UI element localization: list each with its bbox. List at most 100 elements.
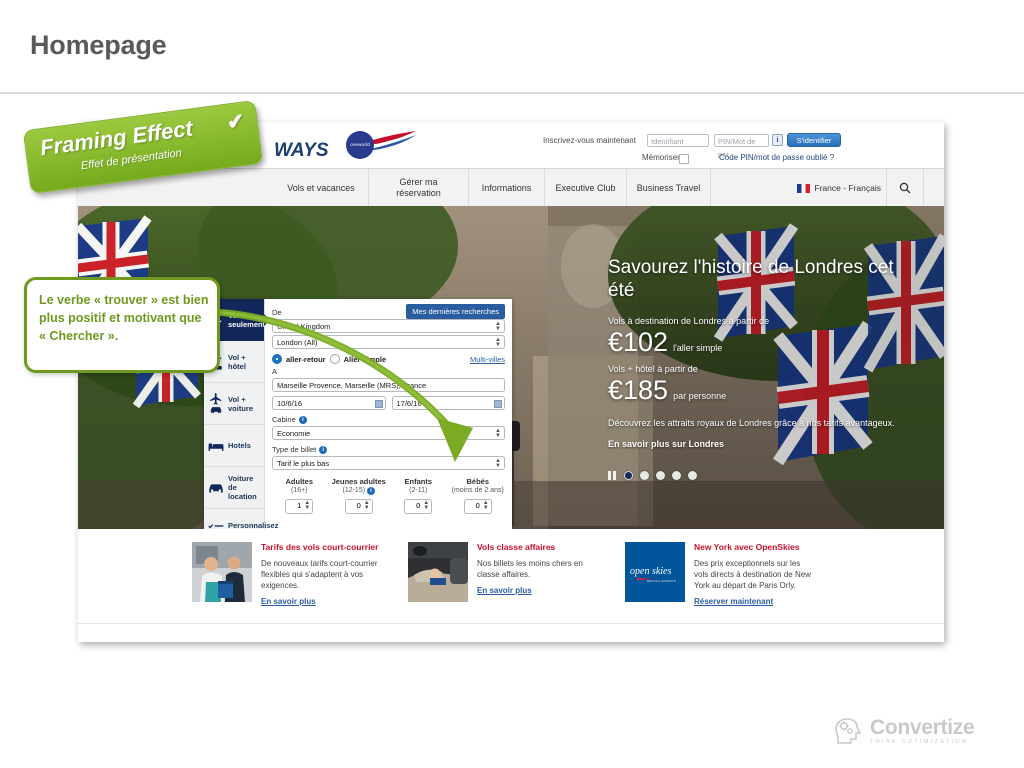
chevron-updown-icon: ▲ ▼	[495, 428, 501, 439]
widget-tab-label: Vol + voiture	[228, 394, 254, 413]
passenger-jeunes-adultes: Jeunes adultes (12-15) i 0 ▲ ▼	[332, 477, 387, 514]
depart-date-input[interactable]: 10/6/16	[272, 396, 386, 410]
carousel-dot-4[interactable]	[672, 471, 681, 480]
ticket-label-row: Type de billet i	[272, 445, 505, 454]
passenger-count: 0	[356, 501, 361, 510]
widget-tab-voiture-de-location[interactable]: Voiture de location	[204, 467, 264, 509]
carousel-controls[interactable]	[608, 471, 697, 480]
convertize-name: Convertize	[870, 716, 975, 739]
passenger-stepper-jeunes-adultes[interactable]: 0 ▲ ▼	[344, 499, 373, 514]
to-label: A	[272, 367, 278, 376]
promo-title: Vols classe affaires	[477, 542, 556, 552]
passenger-age-range: (moins de 2 ans)	[451, 487, 504, 494]
from-city-select[interactable]: London (All) ▲ ▼	[272, 335, 505, 349]
widget-tab-vol-voiture[interactable]: Vol + voiture	[204, 383, 264, 425]
nav-item-informations[interactable]: Informations	[469, 169, 545, 207]
chevron-updown-icon: ▲ ▼	[495, 458, 501, 469]
cabin-label-row: Cabine i	[272, 415, 505, 424]
hero-price-package-unit: par personne	[673, 391, 727, 401]
promo-link[interactable]: En savoir plus	[477, 586, 595, 595]
passenger-enfants: Enfants (2-11) 0 ▲ ▼	[391, 477, 446, 514]
carousel-dot-2[interactable]	[640, 471, 649, 480]
promo-link[interactable]: Réserver maintenant	[694, 597, 812, 606]
language-label: France - Français	[814, 183, 881, 193]
widget-tab-label: Hotels	[228, 441, 251, 450]
language-selector[interactable]: France - Français	[797, 169, 881, 207]
remember-me-label: Mémoriser	[642, 153, 680, 162]
forgot-password-link[interactable]: Code PIN/mot de passe oublié ?	[719, 153, 834, 162]
passenger-stepper-enfants[interactable]: 0 ▲ ▼	[404, 499, 433, 514]
pin-input[interactable]: PIN/Mot de par	[714, 134, 769, 159]
radio-aller-simple[interactable]	[329, 354, 340, 364]
ticket-type-select[interactable]: Tarif le plus bas ▲ ▼	[272, 456, 505, 470]
hero-more-link[interactable]: En savoir plus sur Londres	[608, 439, 908, 449]
calendar-icon[interactable]	[494, 400, 502, 408]
return-date-value: 17/6/16	[396, 399, 422, 408]
calendar-icon[interactable]	[374, 400, 383, 408]
passenger-count: 1	[297, 501, 302, 510]
nav-item-gerer-ma-reservation[interactable]: Gérer ma réservation	[369, 169, 469, 207]
nav-item-vols-et-vacances[interactable]: Vols et vacances	[274, 169, 369, 207]
search-icon	[899, 182, 911, 194]
recent-searches-button[interactable]: Mes dernières recherches	[406, 304, 505, 319]
hero-price-flight-unit: l'aller simple	[673, 343, 723, 353]
main-navigation: Vols et vacances Gérer ma réservation In…	[78, 168, 944, 208]
promo-body: Des prix exceptionnels sur les vols dire…	[694, 559, 811, 590]
passenger-age-range: (16+)	[290, 487, 308, 494]
cabin-value: Economie	[277, 429, 311, 438]
logo-wordmark: WAYS	[274, 140, 329, 161]
hero-subtitle-flights: Vols à destination de Londres à partir d…	[608, 316, 770, 326]
passenger-selectors: Adultes (16+) 1 ▲ ▼ Jeunes adultes (12-15…	[272, 477, 505, 514]
chevron-updown-icon: ▲ ▼	[423, 500, 430, 511]
browser-screenshot: WAYS oneworld Vols et vacances Gérer ma …	[78, 122, 944, 642]
carousel-dot-3[interactable]	[656, 471, 665, 480]
return-date-input[interactable]: 17/6/16	[391, 396, 505, 410]
passenger-stepper-adultes[interactable]: 1 ▲ ▼	[285, 499, 314, 514]
chevron-updown-icon: ▲ ▼	[495, 337, 501, 348]
convertize-tagline: THINK OPTIMIZATION	[870, 739, 969, 745]
page-title: Homepage	[30, 30, 167, 60]
openskies-logo: open skies BRITISH AIRWAYS	[625, 542, 685, 602]
nav-item-executive-club[interactable]: Executive Club	[545, 169, 627, 207]
signup-link[interactable]: Inscrivez-vous maintenant	[543, 136, 636, 145]
search-button[interactable]	[886, 169, 924, 207]
british-airways-logo: WAYS	[274, 126, 416, 164]
radio-aller-retour-label: aller-retour	[286, 354, 326, 364]
return-date-field[interactable]: 17/6/16	[391, 396, 505, 410]
identifiant-input[interactable]: Identifiant	[647, 134, 709, 147]
cabin-select[interactable]: Economie ▲ ▼	[272, 426, 505, 440]
carousel-dot-1[interactable]	[624, 471, 633, 480]
passenger-bebes: Bébés (moins de 2 ans) 0 ▲ ▼	[451, 477, 506, 514]
carousel-dot-5[interactable]	[688, 471, 697, 480]
info-icon[interactable]: i	[319, 445, 328, 454]
brain-gears-icon	[835, 718, 862, 745]
ticket-type-value: Tarif le plus bas	[277, 459, 330, 468]
info-icon[interactable]: i	[772, 134, 783, 146]
multi-city-link[interactable]: Multi-villes	[470, 355, 505, 364]
depart-date-value: 10/6/16	[277, 399, 303, 408]
chevron-updown-icon: ▲ ▼	[482, 500, 489, 511]
remember-me-checkbox[interactable]	[679, 154, 689, 164]
radio-aller-retour[interactable]	[272, 354, 282, 364]
widget-tab-personnalisez-votre-voyage[interactable]: Personnalisez votre voyage	[204, 509, 278, 529]
nav-item-business-travel[interactable]: Business Travel	[627, 169, 711, 207]
widget-tab-label: Voiture de location	[228, 474, 257, 501]
plane-car-icon	[208, 392, 224, 415]
login-button[interactable]: S'identifier	[787, 133, 841, 147]
widget-tab-hotels[interactable]: Hotels	[204, 425, 264, 467]
passenger-title: Adultes	[285, 477, 313, 486]
flight-booking-widget: Vol seulement Vol + hôtel Vol + voiture …	[204, 299, 512, 529]
cabin-label: Cabine	[272, 415, 296, 424]
info-icon[interactable]: i	[367, 487, 376, 495]
passenger-age-range: (2-11)	[409, 487, 428, 494]
passenger-adultes: Adultes (16+) 1 ▲ ▼	[272, 477, 327, 514]
info-icon[interactable]: i	[298, 415, 307, 424]
callout-text: Le verbe « trouver » est bien plus posit…	[39, 293, 209, 343]
depart-date-field[interactable]: 10/6/16	[272, 396, 386, 410]
pause-icon[interactable]	[608, 471, 617, 480]
hero-price-package: €185	[608, 375, 669, 405]
to-destination-input[interactable]: Marseille Provence, Marseille (MRS), Fra…	[272, 378, 505, 392]
passenger-stepper-bebes[interactable]: 0 ▲ ▼	[463, 499, 492, 514]
promo-link[interactable]: En savoir plus	[261, 597, 379, 606]
from-country-select[interactable]: United Kingdom ▲ ▼	[272, 319, 505, 333]
